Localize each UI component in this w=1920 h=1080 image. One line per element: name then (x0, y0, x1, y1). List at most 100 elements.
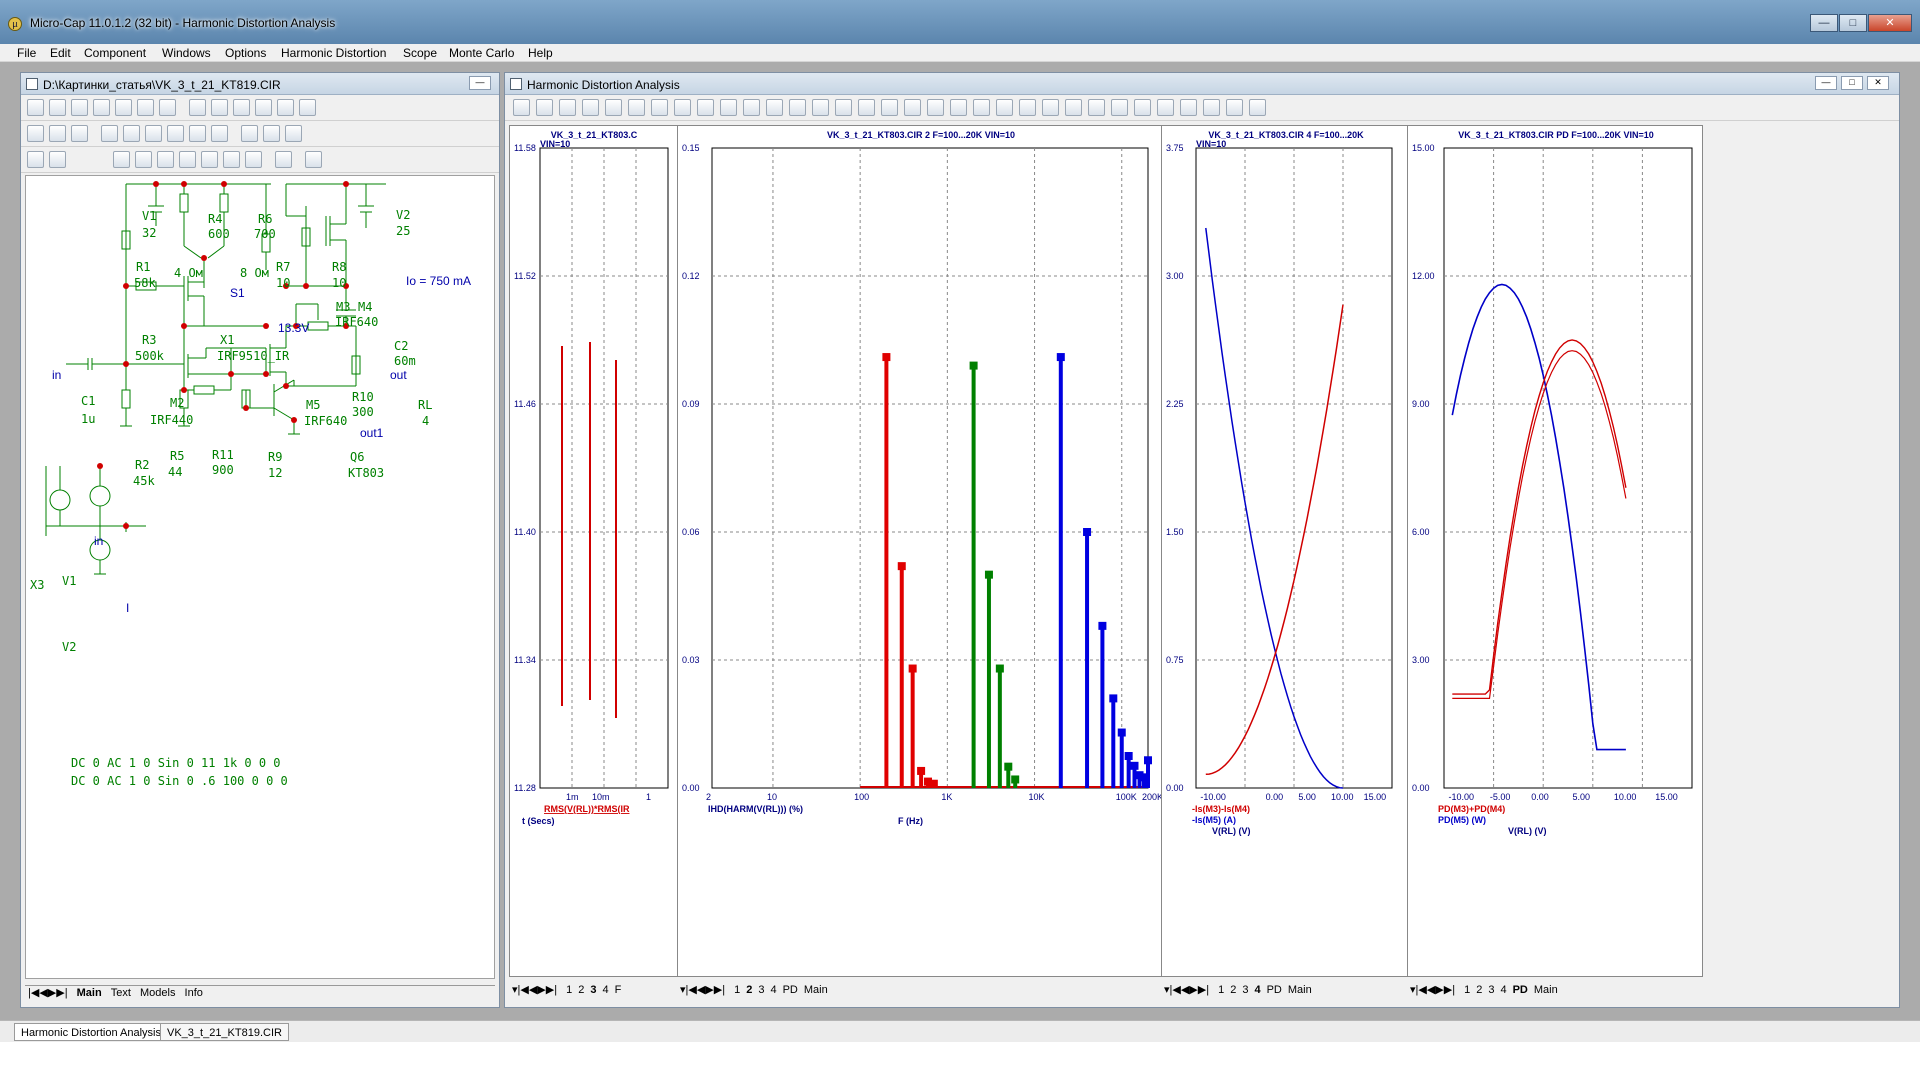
pointer-icon[interactable] (513, 99, 530, 116)
plot-panel-1[interactable]: VK_3_t_21_KT803.C VIN=10 11.58 11.52 11.46 11… (509, 125, 679, 977)
app-icon[interactable]: µ (8, 17, 22, 31)
zoom-out-icon[interactable] (223, 151, 240, 168)
flip-icon[interactable] (71, 125, 88, 142)
tag-vertical-icon[interactable] (1042, 99, 1059, 116)
scale-x-icon[interactable] (559, 99, 576, 116)
menu-edit[interactable]: Edit (50, 46, 71, 60)
tab-info[interactable]: Info (182, 987, 206, 999)
page-icon[interactable] (241, 125, 258, 142)
plot-tab-1[interactable]: 1 (731, 984, 743, 996)
plot-tab-4[interactable]: 4 (1251, 984, 1263, 996)
tab-nav-icon[interactable]: ▾|◀◀▶▶| (1407, 983, 1458, 996)
tab-models[interactable]: Models (137, 987, 178, 999)
info-icon[interactable] (189, 99, 206, 116)
run-icon[interactable] (697, 99, 714, 116)
tag-horizontal-icon[interactable] (1019, 99, 1036, 116)
formula-icon[interactable] (628, 99, 645, 116)
grid-icon[interactable] (255, 99, 272, 116)
global-low-icon[interactable] (927, 99, 944, 116)
pause-icon[interactable] (743, 99, 760, 116)
menu-help[interactable]: Help (528, 46, 553, 60)
analysis-minimize-button[interactable]: — (1815, 76, 1837, 90)
plot-tab-pd[interactable]: PD (1264, 984, 1285, 996)
plot-tab-1[interactable]: 1 (1461, 984, 1473, 996)
close-circle-icon[interactable] (135, 151, 152, 168)
zoom-out-icon[interactable] (1134, 99, 1151, 116)
window-tab-harmonic[interactable]: Harmonic Distortion Analysis (14, 1023, 168, 1041)
schematic-minimize-button[interactable]: — (469, 76, 491, 90)
minimize-button[interactable]: — (1810, 14, 1838, 32)
tab-nav-icon[interactable]: ▾|◀◀▶▶| (509, 983, 560, 996)
restore-limits-icon[interactable] (1157, 99, 1174, 116)
stop-icon[interactable] (113, 151, 130, 168)
menu-component[interactable]: Component (84, 46, 146, 60)
text-icon[interactable] (651, 99, 668, 116)
analysis-close-button[interactable]: ✕ (1867, 76, 1889, 90)
plot-tab-4[interactable]: 4 (767, 984, 779, 996)
legend-icon[interactable] (1180, 99, 1197, 116)
plot-tab-4[interactable]: 4 (1497, 984, 1509, 996)
plot-tab-main[interactable]: Main (801, 984, 831, 996)
inflection-icon[interactable] (881, 99, 898, 116)
plot-tab-2[interactable]: 2 (575, 984, 587, 996)
plot-tab-4[interactable]: 4 (599, 984, 611, 996)
menu-windows[interactable]: Windows (162, 46, 211, 60)
wire-tool-icon[interactable] (49, 99, 66, 116)
current-icon[interactable] (145, 125, 162, 142)
plot-tab-3[interactable]: 3 (1485, 984, 1497, 996)
add-curve-icon[interactable] (605, 99, 622, 116)
tab-main[interactable]: Main (74, 987, 105, 999)
tag-left-icon[interactable] (973, 99, 990, 116)
plot-tab-2[interactable]: 2 (1473, 984, 1485, 996)
maximize-button[interactable]: □ (1839, 14, 1867, 32)
scale-icon[interactable] (536, 99, 553, 116)
plot-tab-1[interactable]: 1 (1215, 984, 1227, 996)
tab-nav-icon[interactable]: ▾|◀◀▶▶| (1161, 983, 1212, 996)
help-icon[interactable] (211, 99, 228, 116)
plot-panel-3[interactable]: VK_3_t_21_KT803.CIR 4 F=100...20K VIN=10 3… (1161, 125, 1409, 977)
analysis-restore-button[interactable]: □ (1841, 76, 1863, 90)
menu-monte-carlo[interactable]: Monte Carlo (449, 46, 514, 60)
tab-text[interactable]: Text (108, 987, 134, 999)
paste-icon[interactable] (179, 151, 196, 168)
grid-text-icon[interactable] (211, 125, 228, 142)
menu-file[interactable]: File (17, 46, 36, 60)
tab-nav-icon[interactable]: ▾|◀◀▶▶| (677, 983, 728, 996)
scale-y-icon[interactable] (582, 99, 599, 116)
plot-tab-main[interactable]: Main (1531, 984, 1561, 996)
tag-right-icon[interactable] (996, 99, 1013, 116)
mirror-icon[interactable] (27, 125, 44, 142)
low-icon[interactable] (858, 99, 875, 116)
zoom-in-icon[interactable] (201, 151, 218, 168)
window-tab-schematic[interactable]: VK_3_t_21_KT819.CIR (160, 1023, 289, 1041)
stop-icon[interactable] (720, 99, 737, 116)
plot-tab-2[interactable]: 2 (743, 984, 755, 996)
menu-harmonic-distortion[interactable]: Harmonic Distortion (281, 46, 386, 60)
pin-icon[interactable] (277, 99, 294, 116)
plot-tab-pd[interactable]: PD (1510, 984, 1531, 996)
zoom-fit-icon[interactable] (245, 151, 262, 168)
graph-text-icon[interactable] (1226, 99, 1243, 116)
power-icon[interactable] (167, 125, 184, 142)
plot-tab-1[interactable]: 1 (563, 984, 575, 996)
component-tool-icon[interactable] (137, 99, 154, 116)
camera-icon[interactable] (275, 151, 292, 168)
voltage-icon[interactable] (123, 125, 140, 142)
slope-icon[interactable] (950, 99, 967, 116)
tab-nav-icon[interactable]: |◀◀▶▶| (25, 986, 71, 999)
plot-tab-main[interactable]: Main (1285, 984, 1315, 996)
plot-tab-2[interactable]: 2 (1227, 984, 1239, 996)
export-icon[interactable] (299, 99, 316, 116)
zoom-in-icon[interactable] (1111, 99, 1128, 116)
cursor-mode-icon[interactable] (766, 99, 783, 116)
graphics-tool-icon[interactable] (159, 99, 176, 116)
peak-icon[interactable] (789, 99, 806, 116)
copy-page-icon[interactable] (263, 125, 280, 142)
plot-tab-f[interactable]: F (612, 984, 625, 996)
arrange-icon[interactable] (305, 151, 322, 168)
node-numbers-icon[interactable] (101, 125, 118, 142)
find-icon[interactable] (27, 151, 44, 168)
text-tool-icon[interactable] (71, 99, 88, 116)
plot-tab-3[interactable]: 3 (755, 984, 767, 996)
rotate-icon[interactable] (49, 125, 66, 142)
